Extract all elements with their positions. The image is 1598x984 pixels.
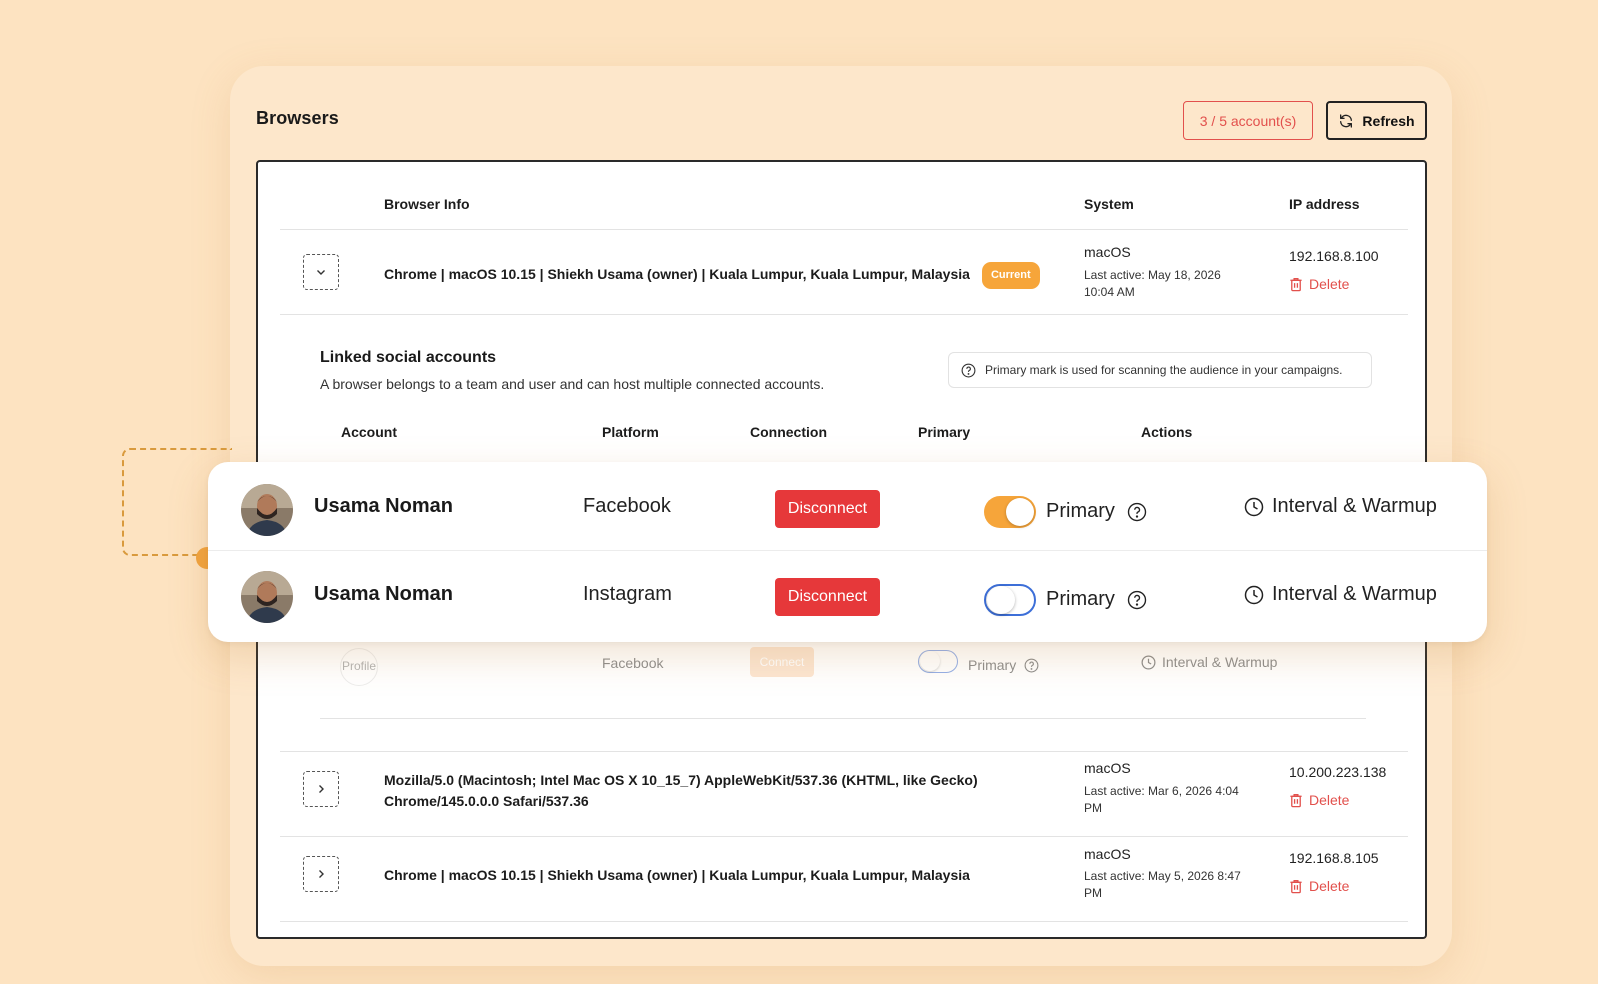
divider: [280, 836, 1408, 837]
stage: Browsers 3 / 5 account(s) Refresh Browse…: [0, 0, 1598, 984]
linked-accounts-subtitle: A browser belongs to a team and user and…: [320, 376, 825, 392]
clock-icon: [1244, 497, 1264, 516]
platform-name: Facebook: [602, 655, 664, 671]
trash-icon: [1290, 277, 1302, 291]
primary-label: Primary: [968, 657, 1039, 673]
help-circle-icon[interactable]: [1127, 502, 1147, 522]
delete-button[interactable]: Delete: [1289, 276, 1349, 292]
system-name: macOS: [1084, 760, 1131, 776]
primary-toggle[interactable]: [984, 584, 1036, 616]
primary-label-text: Primary: [1046, 500, 1115, 522]
linked-account-row-pending: Profile Facebook Connect Primary Interva…: [258, 642, 1429, 712]
primary-info-note: Primary mark is used for scanning the au…: [948, 352, 1372, 388]
collapse-row-button[interactable]: [303, 254, 339, 290]
col-browser-info: Browser Info: [384, 196, 470, 212]
interval-warmup-link[interactable]: Interval & Warmup: [1244, 583, 1437, 606]
col-actions: Actions: [1141, 424, 1193, 440]
primary-label: Primary: [1046, 588, 1147, 611]
ip-address: 10.200.223.138: [1289, 764, 1387, 780]
divider: [280, 229, 1408, 230]
divider: [280, 921, 1408, 922]
current-badge: Current: [981, 262, 1040, 289]
last-active-time: PM: [1084, 801, 1102, 815]
refresh-label: Refresh: [1362, 112, 1415, 129]
account-name: Usama Noman: [314, 495, 453, 517]
divider: [280, 751, 1408, 752]
system-name: macOS: [1084, 244, 1131, 260]
interval-warmup-link[interactable]: Interval & Warmup: [1141, 654, 1277, 670]
interval-warmup-label: Interval & Warmup: [1272, 495, 1437, 517]
platform-name: Instagram: [583, 583, 672, 605]
primary-toggle[interactable]: [984, 496, 1036, 528]
primary-toggle[interactable]: [918, 650, 958, 673]
trash-icon: [1290, 879, 1302, 893]
help-circle-icon[interactable]: [1024, 658, 1039, 673]
browser-info-cell: Chrome | macOS 10.15 | Shiekh Usama (own…: [384, 262, 1040, 289]
col-primary: Primary: [918, 424, 971, 440]
connect-button[interactable]: Connect: [750, 647, 814, 677]
browser-info-line-1: Mozilla/5.0 (Macintosh; Intel Mac OS X 1…: [384, 772, 978, 788]
primary-info-text: Primary mark is used for scanning the au…: [985, 363, 1343, 377]
disconnect-button[interactable]: Disconnect: [775, 578, 880, 616]
linked-accounts-highlight-card: Usama Noman Facebook Disconnect Primary …: [208, 462, 1487, 642]
refresh-icon: [1340, 113, 1353, 128]
delete-button[interactable]: Delete: [1289, 878, 1349, 894]
avatar: [241, 571, 293, 623]
last-active-time: PM: [1084, 886, 1102, 900]
system-name: macOS: [1084, 846, 1131, 862]
account-count-badge: 3 / 5 account(s): [1183, 101, 1313, 140]
last-active: Last active: May 5, 2026 8:47: [1084, 869, 1241, 883]
browser-info-text: Chrome | macOS 10.15 | Shiekh Usama (own…: [384, 266, 970, 282]
col-account: Account: [341, 424, 397, 440]
last-active: Last active: May 18, 2026: [1084, 268, 1221, 282]
last-active: Last active: Mar 6, 2026 4:04: [1084, 784, 1239, 798]
trash-icon: [1290, 793, 1302, 807]
linked-accounts-title: Linked social accounts: [320, 349, 497, 366]
avatar: [241, 484, 293, 536]
clock-icon: [1244, 585, 1264, 604]
divider: [280, 314, 1408, 315]
expand-row-button[interactable]: [303, 771, 339, 807]
chevron-right-icon: [319, 785, 324, 793]
linked-account-row: Usama Noman Facebook Disconnect Primary …: [208, 462, 1487, 550]
primary-label: Primary: [1046, 500, 1147, 523]
profile-image-placeholder: Profile: [340, 648, 378, 686]
platform-name: Facebook: [583, 495, 671, 517]
interval-warmup-label: Interval & Warmup: [1162, 654, 1278, 670]
primary-label-text: Primary: [1046, 588, 1115, 610]
browser-info-line-2: Chrome/145.0.0.0 Safari/537.36: [384, 793, 589, 809]
refresh-button[interactable]: Refresh: [1326, 101, 1427, 140]
chevron-right-icon: [319, 870, 324, 878]
divider: [320, 718, 1366, 719]
page-title: Browsers: [256, 108, 339, 128]
ip-address: 192.168.8.105: [1289, 850, 1379, 866]
col-system: System: [1084, 196, 1134, 212]
delete-button[interactable]: Delete: [1289, 792, 1349, 808]
browser-info-text: Chrome | macOS 10.15 | Shiekh Usama (own…: [384, 867, 970, 883]
account-name: Usama Noman: [314, 583, 453, 605]
expand-row-button[interactable]: [303, 856, 339, 892]
col-ip-address: IP address: [1289, 196, 1360, 212]
ip-address: 192.168.8.100: [1289, 248, 1379, 264]
delete-label: Delete: [1309, 276, 1350, 292]
linked-account-row: Usama Noman Instagram Disconnect Primary…: [208, 551, 1487, 639]
help-circle-icon: [961, 363, 976, 377]
clock-icon: [1141, 655, 1156, 669]
delete-label: Delete: [1309, 878, 1350, 894]
interval-warmup-label: Interval & Warmup: [1272, 583, 1437, 605]
disconnect-button[interactable]: Disconnect: [775, 490, 880, 528]
last-active-time: 10:04 AM: [1084, 285, 1135, 299]
help-circle-icon[interactable]: [1127, 590, 1147, 610]
chevron-down-icon: [317, 270, 325, 275]
primary-label-text: Primary: [968, 657, 1017, 673]
interval-warmup-link[interactable]: Interval & Warmup: [1244, 495, 1437, 518]
col-platform: Platform: [602, 424, 659, 440]
col-connection: Connection: [750, 424, 827, 440]
delete-label: Delete: [1309, 792, 1350, 808]
